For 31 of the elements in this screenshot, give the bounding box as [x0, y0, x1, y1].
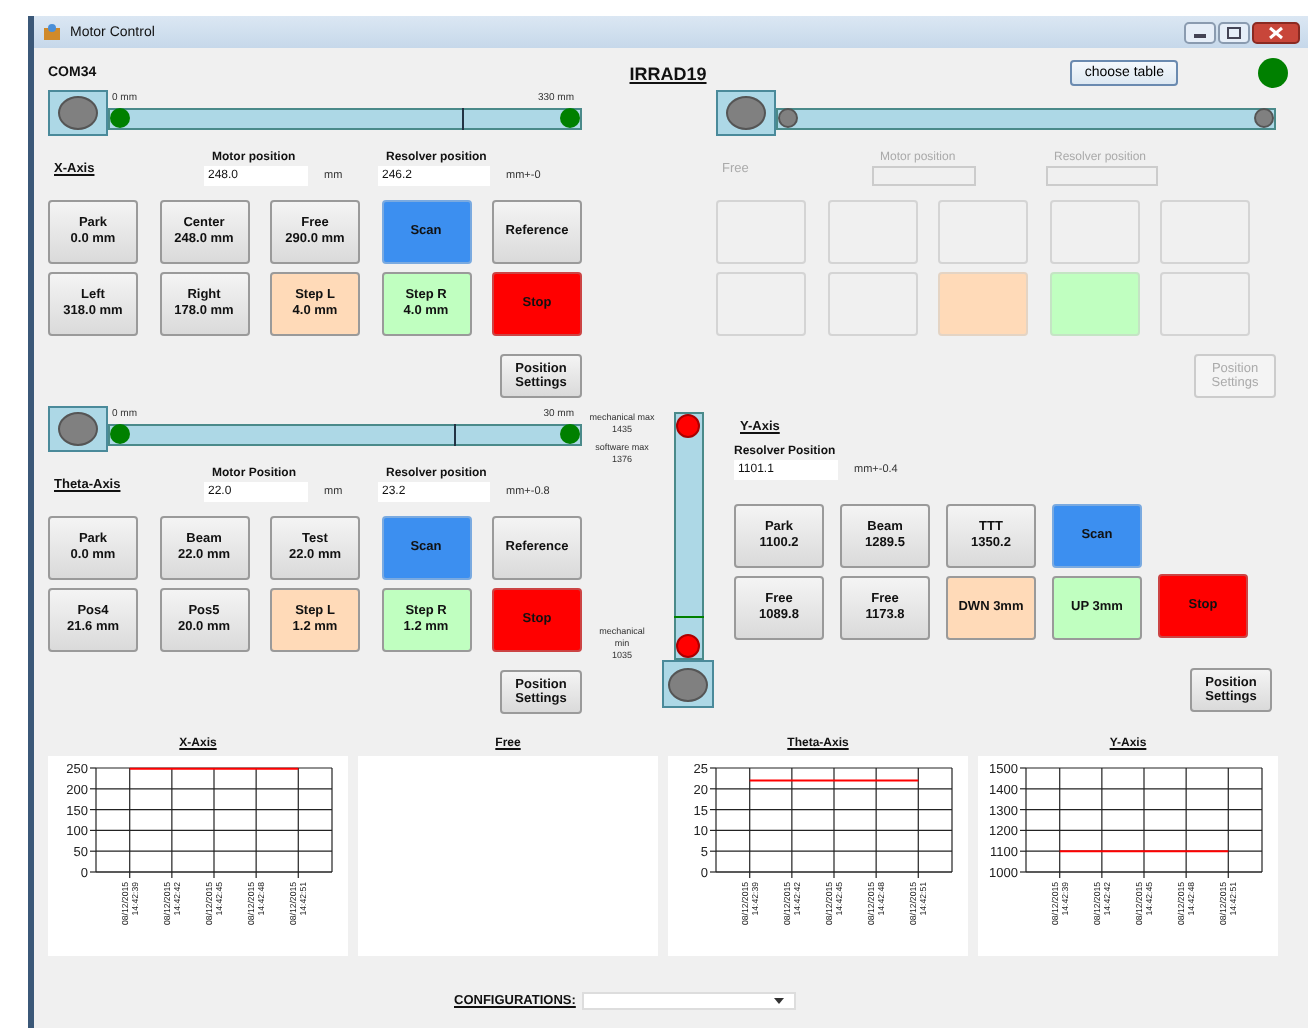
close-icon[interactable] — [1252, 21, 1300, 43]
slider-handle[interactable] — [716, 90, 776, 136]
end-stop-icon — [560, 424, 580, 444]
empty-button[interactable] — [1049, 200, 1139, 264]
end-stop-icon — [778, 108, 798, 128]
app-icon — [42, 22, 62, 42]
limit-icon — [675, 634, 699, 658]
slider-handle[interactable] — [662, 660, 714, 708]
empty-button[interactable] — [827, 272, 917, 336]
empty-button[interactable] — [827, 200, 917, 264]
configurations-dropdown[interactable] — [581, 992, 796, 1010]
end-stop-icon — [110, 108, 130, 128]
end-stop-icon — [560, 108, 580, 128]
resolver-position-field[interactable] — [1046, 166, 1158, 186]
end-stop-icon — [1254, 108, 1274, 128]
end-stop-icon — [110, 424, 130, 444]
step-button[interactable] — [938, 272, 1028, 336]
limit-icon — [675, 414, 699, 438]
project-title: IRRAD19 — [629, 63, 707, 83]
empty-button[interactable] — [1160, 200, 1250, 264]
slider-handle[interactable] — [48, 406, 108, 452]
step-button[interactable] — [1049, 272, 1139, 336]
maximize-icon[interactable] — [1218, 21, 1250, 43]
empty-button[interactable] — [938, 200, 1028, 264]
dropdown-arrow-icon — [773, 998, 784, 1004]
minimize-icon[interactable] — [1184, 21, 1216, 43]
empty-button[interactable] — [716, 200, 806, 264]
empty-button[interactable] — [716, 272, 806, 336]
slider-handle[interactable] — [48, 90, 108, 136]
empty-button[interactable] — [1160, 272, 1250, 336]
motor-position-field[interactable] — [872, 166, 976, 186]
